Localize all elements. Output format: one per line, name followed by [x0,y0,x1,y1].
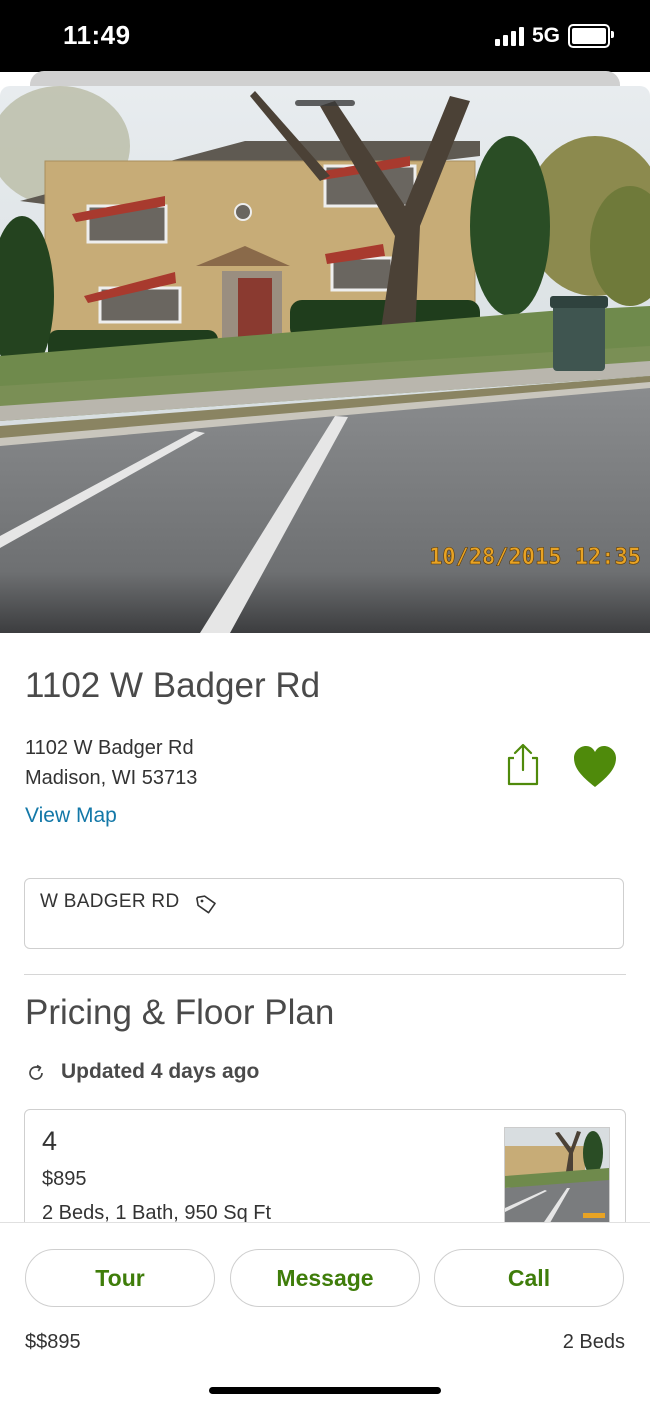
address-line-1: 1102 W Badger Rd [25,737,194,759]
signal-icon [494,26,524,46]
refresh-icon [29,1064,43,1080]
footer-beds: 2 Beds [562,1331,625,1353]
unit-name: 4 [42,1126,58,1156]
listing-title: 1102 W Badger Rd [25,666,321,705]
status-bar: 11:49 5G [0,0,650,72]
unit-thumbnail[interactable] [504,1127,610,1229]
neighborhood-tag-box: W BADGER RD [24,878,624,949]
sheet-grab-handle[interactable] [295,100,355,106]
updated-timestamp: Updated 4 days ago [61,1060,260,1083]
tag-icon [196,895,216,914]
section-divider [24,974,626,975]
battery-icon [568,24,614,48]
view-map-link[interactable]: View Map [25,804,117,828]
share-icon [507,743,539,786]
tag-label: W BADGER RD [40,891,180,912]
favorite-button[interactable] [571,744,619,790]
bottom-action-bar: Tour Message Call $$895 2 Beds [0,1222,650,1407]
photo-timestamp: 10/28/2015 12:35 [429,545,641,570]
address-line-2: Madison, WI 53713 [25,767,198,789]
pricing-section-title: Pricing & Floor Plan [25,993,335,1032]
listing-photo[interactable]: 10/28/2015 12:35 [0,86,650,633]
unit-price: $895 [42,1168,87,1190]
status-indicators: 5G [494,24,614,48]
footer-price: $$895 [25,1331,81,1353]
network-label: 5G [531,24,560,47]
call-button[interactable]: Call [434,1249,624,1307]
share-button[interactable] [503,740,543,790]
message-button[interactable]: Message [230,1249,420,1307]
status-time: 11:49 [63,20,131,50]
heart-icon [574,746,616,787]
home-indicator [209,1387,441,1394]
tour-button[interactable]: Tour [25,1249,215,1307]
